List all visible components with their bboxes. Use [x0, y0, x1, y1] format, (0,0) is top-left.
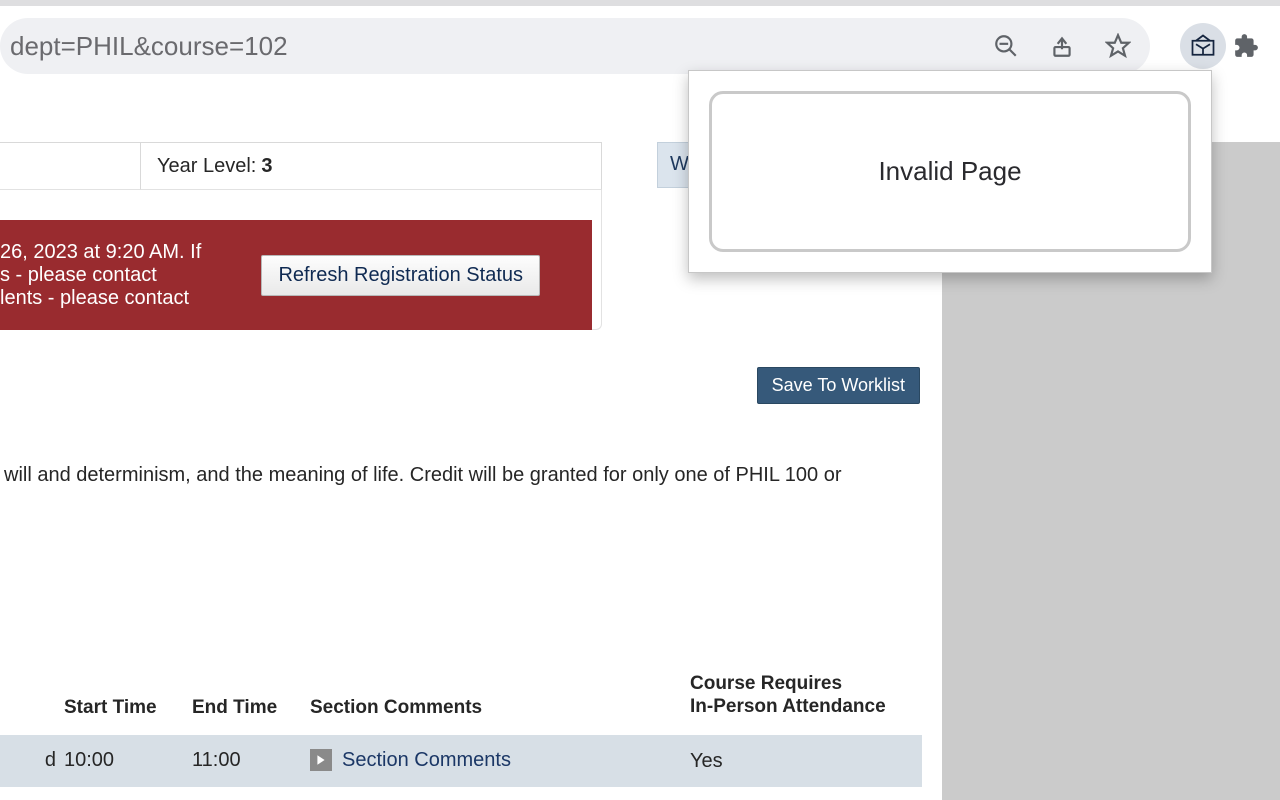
cell-start-time: 10:00 — [60, 743, 188, 778]
cell-end-time: 11:00 — [188, 743, 306, 778]
refresh-registration-button[interactable]: Refresh Registration Status — [261, 255, 540, 296]
extensions-group — [1174, 18, 1274, 74]
section-comments-link[interactable]: Section Comments — [310, 749, 511, 772]
alert-line-2: s - please contact — [0, 264, 201, 287]
info-cell-blank — [0, 142, 141, 190]
save-to-worklist-button[interactable]: Save To Worklist — [757, 367, 920, 404]
course-description: will and determinism, and the meaning of… — [4, 462, 904, 489]
browser-toolbar: dept=PHIL&course=102 — [0, 6, 1280, 70]
year-level-cell: Year Level: 3 — [140, 142, 602, 190]
registration-alert: 26, 2023 at 9:20 AM. If s - please conta… — [0, 220, 592, 330]
year-level-value: 3 — [261, 155, 272, 178]
alert-line-3: lents - please contact — [0, 287, 201, 310]
url-text: dept=PHIL&course=102 — [10, 31, 992, 62]
th-end-time: End Time — [188, 691, 306, 725]
expand-icon[interactable] — [310, 749, 332, 771]
star-icon[interactable] — [1104, 32, 1132, 60]
popup-message: Invalid Page — [709, 91, 1191, 252]
row-lead-fragment: d — [0, 743, 60, 778]
th-start-time: Start Time — [60, 691, 188, 725]
alert-line-1: 26, 2023 at 9:20 AM. If — [0, 241, 201, 264]
extension-popup: Invalid Page — [688, 70, 1212, 273]
zoom-out-icon[interactable] — [992, 32, 1020, 60]
table-row: d 10:00 11:00 Section Comments Yes — [0, 735, 922, 787]
schedule-table: Start Time End Time Section Comments Cou… — [0, 667, 922, 787]
year-level-label: Year Level: — [157, 155, 256, 178]
th-section-comments: Section Comments — [306, 691, 686, 725]
active-extension-icon[interactable] — [1180, 23, 1226, 69]
th-in-person: Course Requires In-Person Attendance — [686, 667, 916, 725]
address-bar[interactable]: dept=PHIL&course=102 — [0, 18, 1150, 74]
extensions-icon[interactable] — [1232, 32, 1260, 60]
cell-in-person: Yes — [686, 743, 916, 779]
share-icon[interactable] — [1048, 32, 1076, 60]
